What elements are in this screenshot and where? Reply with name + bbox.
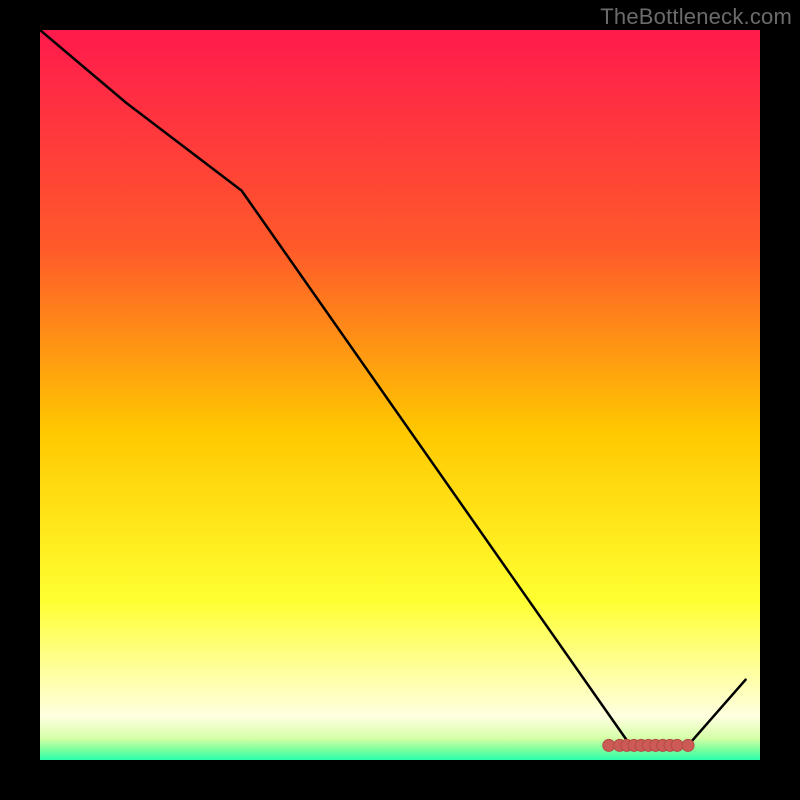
chart-frame: TheBottleneck.com [0,0,800,800]
curve-marker [671,739,683,751]
curve-marker [603,739,615,751]
watermark-text: TheBottleneck.com [600,4,792,30]
curve-marker [682,739,694,751]
gradient-background [40,30,760,760]
marker-group [603,739,694,751]
bottleneck-chart [40,30,760,760]
